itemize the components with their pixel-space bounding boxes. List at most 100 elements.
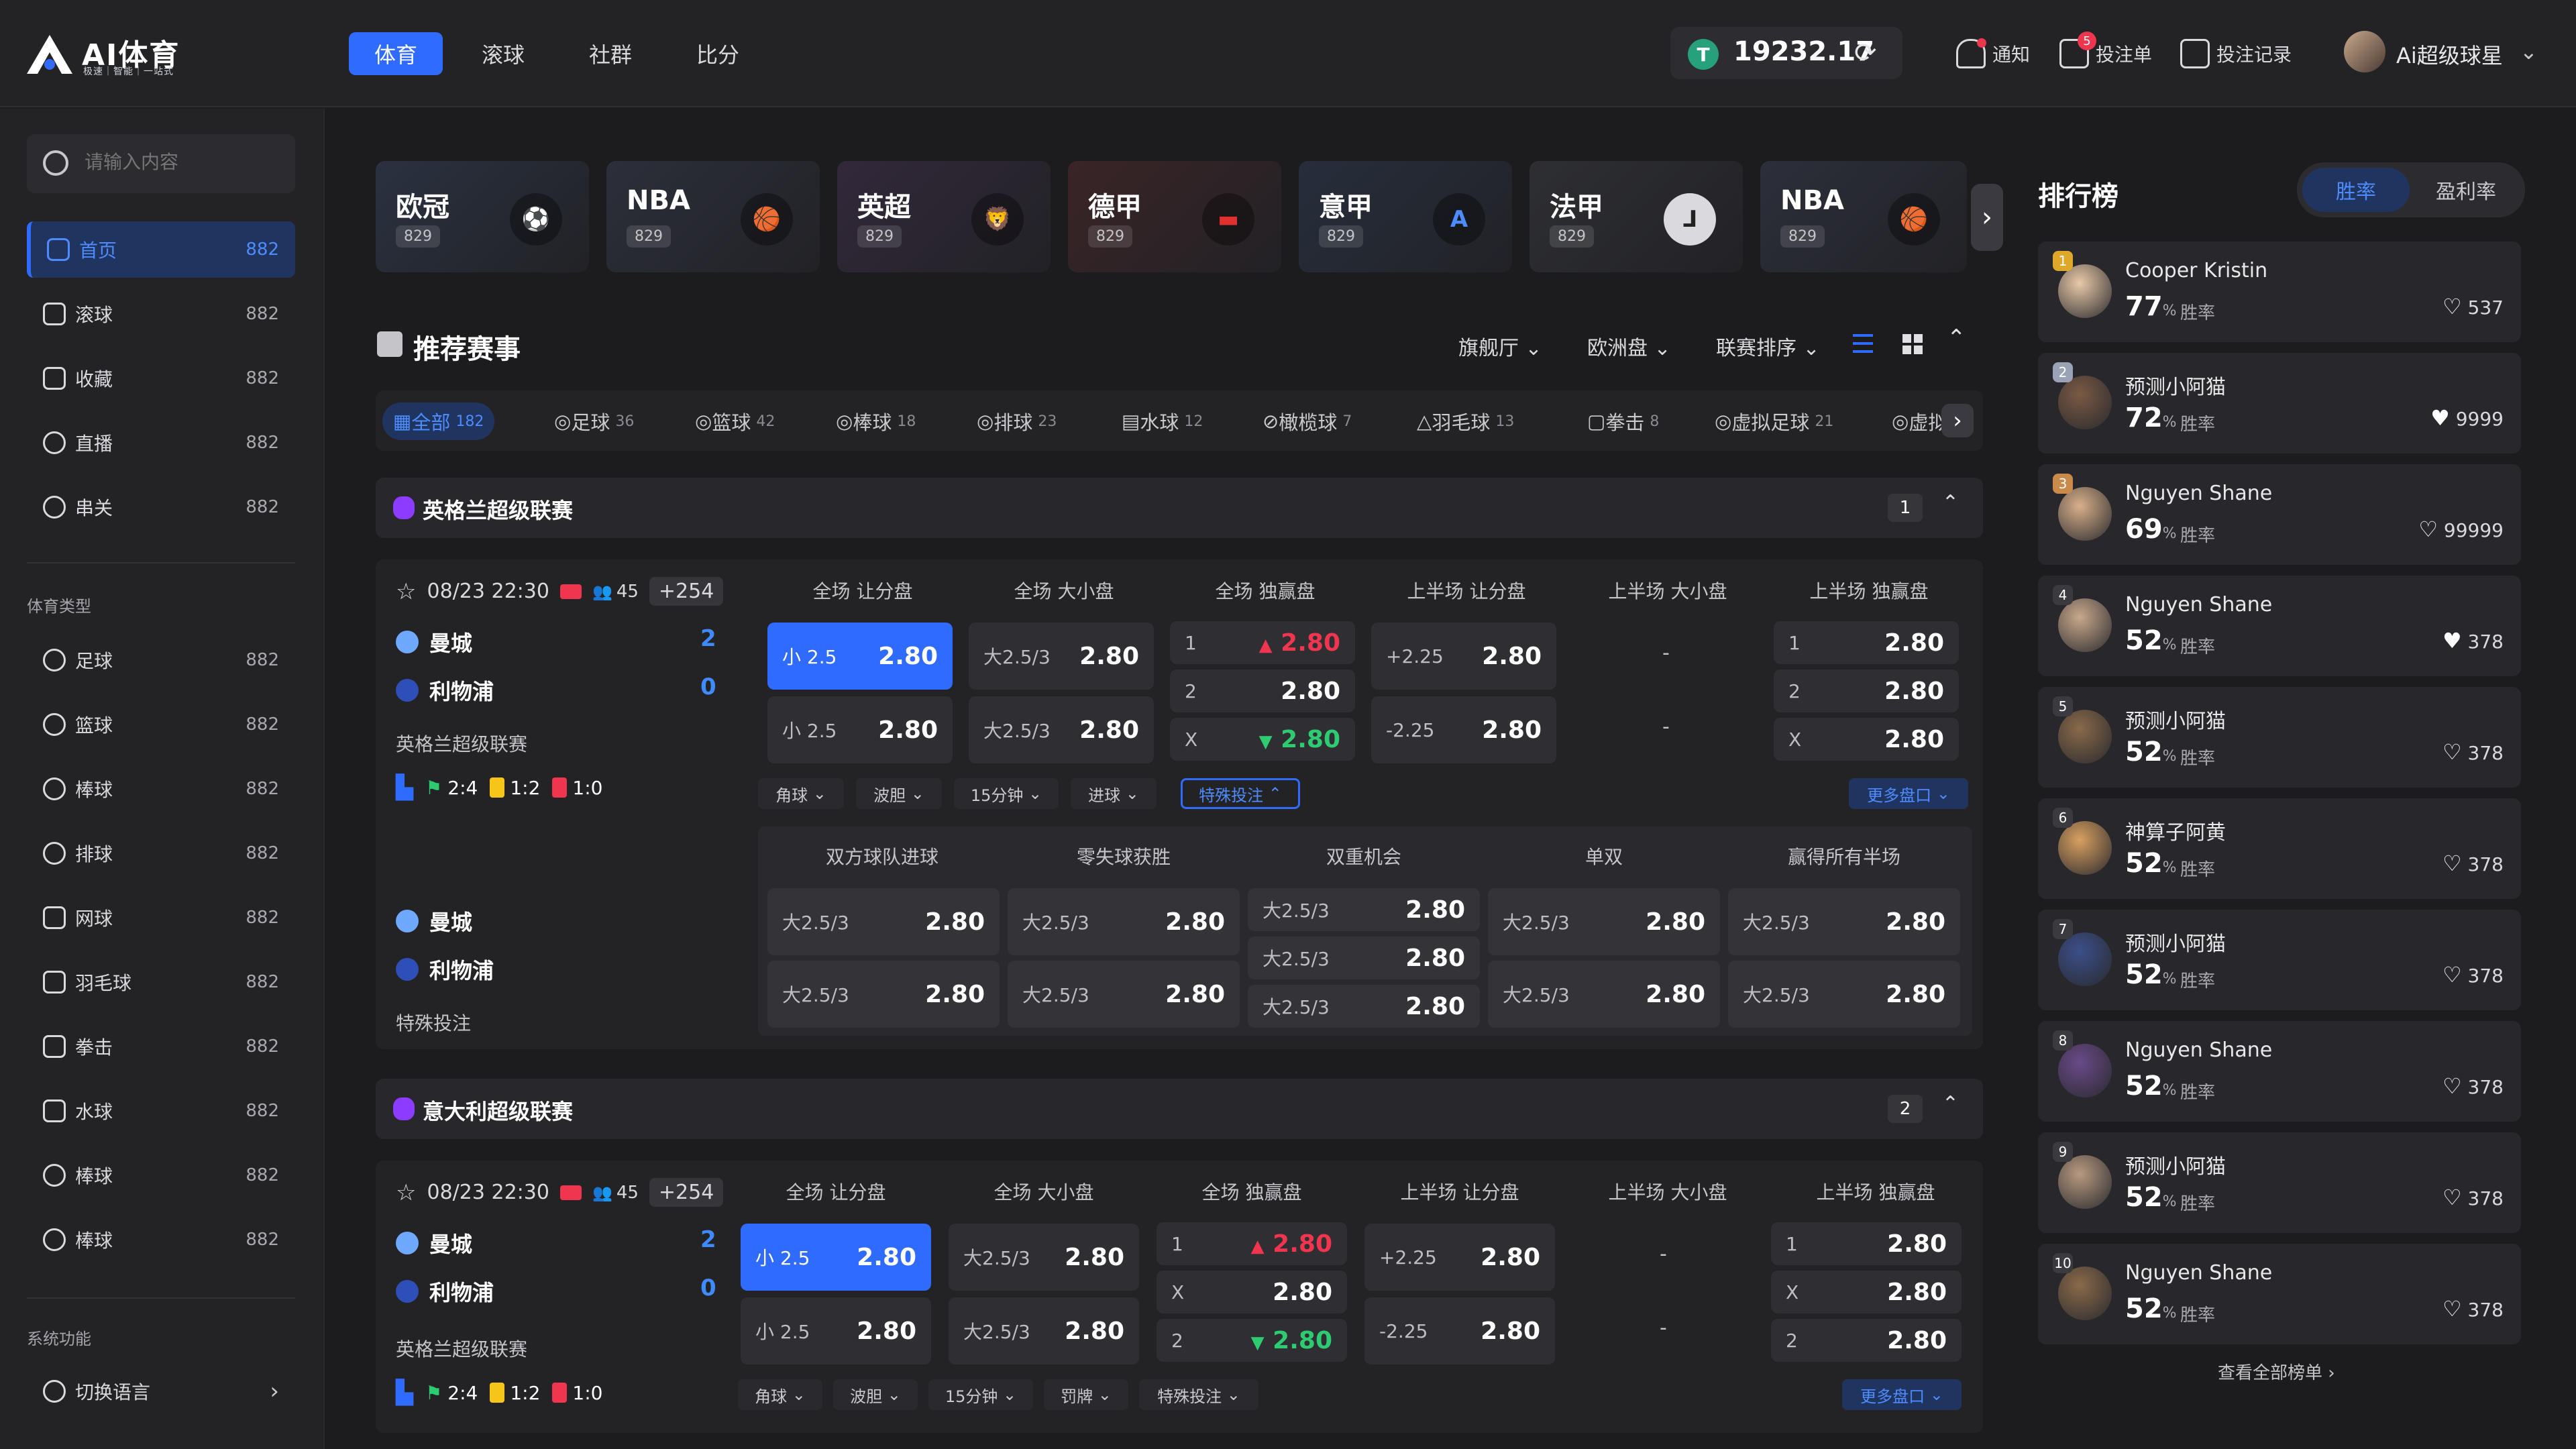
sport-tab-virtual-football[interactable]: ◎ 虚拟足球 21 — [1704, 402, 1844, 440]
market-dropdown-15min[interactable]: 15分钟 ⌄ — [954, 778, 1059, 809]
odds-button[interactable]: 大2.5/3 2.80 — [949, 1224, 1139, 1291]
odds-button[interactable]: 大2.5/3 2.80 — [1008, 888, 1240, 955]
sidebar-item-baseball-2[interactable]: 棒球 882 — [27, 1147, 295, 1203]
filter-sort-dropdown[interactable]: 联赛排序 ⌄ — [1716, 331, 1820, 361]
odds-button[interactable]: 大2.5/3 2.80 — [1248, 888, 1480, 931]
odds-button[interactable]: X ▼ 2.80 — [1170, 718, 1355, 761]
odds-button[interactable]: 大2.5/3 2.80 — [767, 888, 1000, 955]
live-video-icon[interactable] — [559, 1185, 582, 1200]
refresh-icon[interactable]: ⟳ — [1854, 39, 1882, 67]
chevron-right-icon[interactable]: › — [1971, 184, 2003, 251]
ranking-tab-winrate[interactable]: 胜率 — [2302, 168, 2410, 212]
likes[interactable]: ♥ 9999 — [2430, 405, 2504, 431]
nav-tab-community[interactable]: 社群 — [570, 32, 651, 75]
sidebar-item-basketball[interactable]: 篮球 882 — [27, 696, 295, 753]
sport-tab-waterpolo[interactable]: ▤ 水球 12 — [1111, 402, 1214, 440]
league-header-seriea[interactable]: 意大利超级联赛 2 ⌃ — [376, 1079, 1983, 1139]
league-card-bundesliga[interactable]: 德甲 829 ▬ — [1068, 161, 1281, 272]
likes[interactable]: ♡ 378 — [2443, 1296, 2504, 1322]
odds-button[interactable]: 1 2.80 — [1774, 621, 1959, 664]
more-markets-count[interactable]: +254 — [649, 577, 724, 606]
market-dropdown-corner[interactable]: 角球 ⌄ — [758, 778, 844, 809]
chevron-down-icon[interactable]: ⌄ — [2520, 39, 2538, 64]
filter-odds-dropdown[interactable]: 欧洲盘 ⌄ — [1587, 331, 1671, 361]
odds-button[interactable]: 1 ▲ 2.80 — [1157, 1222, 1347, 1265]
sport-tab-baseball[interactable]: ◎ 棒球 18 — [825, 402, 926, 440]
odds-button[interactable]: 大2.5/3 2.80 — [969, 623, 1154, 690]
nav-tab-sports[interactable]: 体育 — [349, 32, 443, 75]
sport-tab-badminton[interactable]: △ 羽毛球 13 — [1406, 402, 1525, 440]
more-markets-button[interactable]: 更多盘口 ⌄ — [1842, 1379, 1962, 1410]
market-dropdown-cards[interactable]: 罚牌 ⌄ — [1044, 1379, 1128, 1410]
league-card-epl[interactable]: 英超 829 🦁 — [837, 161, 1051, 272]
market-dropdown-special[interactable]: 特殊投注 ⌄ — [1139, 1379, 1258, 1410]
sport-tab-all[interactable]: ▦ 全部 182 — [382, 402, 495, 440]
records-button[interactable]: 投注记录 — [2180, 34, 2292, 74]
odds-button[interactable]: 大2.5/3 2.80 — [1248, 936, 1480, 979]
odds-button-selected[interactable]: 小 2.5 2.80 — [741, 1224, 931, 1291]
grid-view-icon[interactable] — [1902, 334, 1923, 354]
odds-button[interactable]: -2.25 2.80 — [1364, 1297, 1555, 1364]
sport-tab-rugby[interactable]: ⊘ 橄榄球 7 — [1252, 402, 1362, 440]
odds-button[interactable]: 2 2.80 — [1170, 669, 1355, 712]
sidebar-item-badminton[interactable]: 羽毛球 882 — [27, 954, 295, 1010]
market-dropdown-goals[interactable]: 进球 ⌄ — [1071, 778, 1157, 809]
view-all-ranking-link[interactable]: 查看全部榜单 › — [2218, 1359, 2335, 1384]
sport-tab-virtual[interactable]: ◎ 虚拟 — [1881, 402, 1948, 440]
odds-button[interactable]: 1 2.80 — [1771, 1222, 1962, 1265]
sidebar-item-home[interactable]: 首页 882 — [27, 221, 295, 278]
collapse-all-icon[interactable]: ⌃ — [1947, 325, 1966, 352]
ranking-row[interactable]: 6 神算子阿黄 52% 胜率 ♡ 378 — [2038, 798, 2521, 899]
odds-button[interactable]: 大2.5/3 2.80 — [969, 696, 1154, 763]
likes[interactable]: ♡ 378 — [2443, 739, 2504, 765]
odds-button[interactable]: -2.25 2.80 — [1371, 696, 1556, 763]
odds-button[interactable]: 2 2.80 — [1771, 1319, 1962, 1362]
sport-tab-basketball[interactable]: ◎ 篮球 42 — [684, 402, 786, 440]
more-markets-button[interactable]: 更多盘口 ⌄ — [1849, 778, 1968, 809]
sidebar-item-waterpolo[interactable]: 水球 882 — [27, 1083, 295, 1139]
sport-tab-boxing[interactable]: ▢ 拳击 8 — [1576, 402, 1670, 440]
league-card-nba-2[interactable]: NBA 829 🏀 — [1760, 161, 1967, 272]
search-box[interactable] — [27, 134, 295, 193]
sidebar-item-favorites[interactable]: 收藏 882 — [27, 350, 295, 407]
likes[interactable]: ♥ 378 — [2443, 628, 2504, 653]
odds-button[interactable]: +2.25 2.80 — [1371, 623, 1556, 690]
odds-button[interactable]: 大2.5/3 2.80 — [949, 1297, 1139, 1364]
odds-button[interactable]: 大2.5/3 2.80 — [767, 961, 1000, 1028]
sidebar-item-parlay[interactable]: 串关 882 — [27, 479, 295, 535]
league-card-ligue1[interactable]: 法甲 829 ⅃ — [1529, 161, 1743, 272]
odds-button[interactable]: X 2.80 — [1774, 718, 1959, 761]
chevron-up-icon[interactable]: ⌃ — [1942, 1092, 1959, 1116]
sidebar-item-stream[interactable]: 直播 882 — [27, 415, 295, 471]
likes[interactable]: ♡ 378 — [2443, 851, 2504, 876]
odds-button-selected[interactable]: 小 2.5 2.80 — [767, 623, 953, 690]
ranking-row[interactable]: 9 预测小阿猫 52% 胜率 ♡ 378 — [2038, 1132, 2521, 1233]
odds-button[interactable]: X 2.80 — [1157, 1271, 1347, 1313]
odds-button[interactable]: 2 ▼ 2.80 — [1157, 1319, 1347, 1362]
sidebar-item-language[interactable]: 切换语言 › — [27, 1363, 295, 1419]
league-header-epl[interactable]: 英格兰超级联赛 1 ⌃ — [376, 478, 1983, 538]
sidebar-item-baseball[interactable]: 棒球 882 — [27, 761, 295, 817]
likes[interactable]: ♡ 99999 — [2418, 517, 2504, 542]
odds-button[interactable]: 小 2.5 2.80 — [767, 696, 953, 763]
star-icon[interactable]: ☆ — [396, 578, 416, 605]
filter-hall-dropdown[interactable]: 旗舰厅 ⌄ — [1458, 331, 1542, 361]
odds-button[interactable]: 1 ▲ 2.80 — [1170, 621, 1355, 664]
odds-button[interactable]: 大2.5/3 2.80 — [1728, 888, 1960, 955]
nav-tab-scores[interactable]: 比分 — [678, 32, 758, 75]
league-card-ucl[interactable]: 欧冠 829 ⚽ — [376, 161, 589, 272]
ranking-row[interactable]: 7 预测小阿猫 52% 胜率 ♡ 378 — [2038, 910, 2521, 1010]
odds-button[interactable]: 大2.5/3 2.80 — [1728, 961, 1960, 1028]
likes[interactable]: ♡ 378 — [2443, 1185, 2504, 1210]
market-dropdown-correct-score[interactable]: 波胆 ⌄ — [856, 778, 942, 809]
sport-tab-volleyball[interactable]: ◎ 排球 23 — [966, 402, 1067, 440]
sidebar-item-boxing[interactable]: 拳击 882 — [27, 1018, 295, 1075]
odds-button[interactable]: 大2.5/3 2.80 — [1488, 888, 1720, 955]
odds-button[interactable]: X 2.80 — [1771, 1271, 1962, 1313]
ranking-row[interactable]: 2 预测小阿猫 72% 胜率 ♥ 9999 — [2038, 353, 2521, 453]
sidebar-item-baseball-3[interactable]: 棒球 882 — [27, 1212, 295, 1268]
notify-button[interactable]: 通知 — [1956, 34, 2030, 74]
ranking-row[interactable]: 5 预测小阿猫 52% 胜率 ♡ 378 — [2038, 687, 2521, 788]
chevron-right-icon[interactable]: › — [1941, 404, 1974, 437]
chart-icon[interactable]: ▙ — [396, 1379, 413, 1406]
